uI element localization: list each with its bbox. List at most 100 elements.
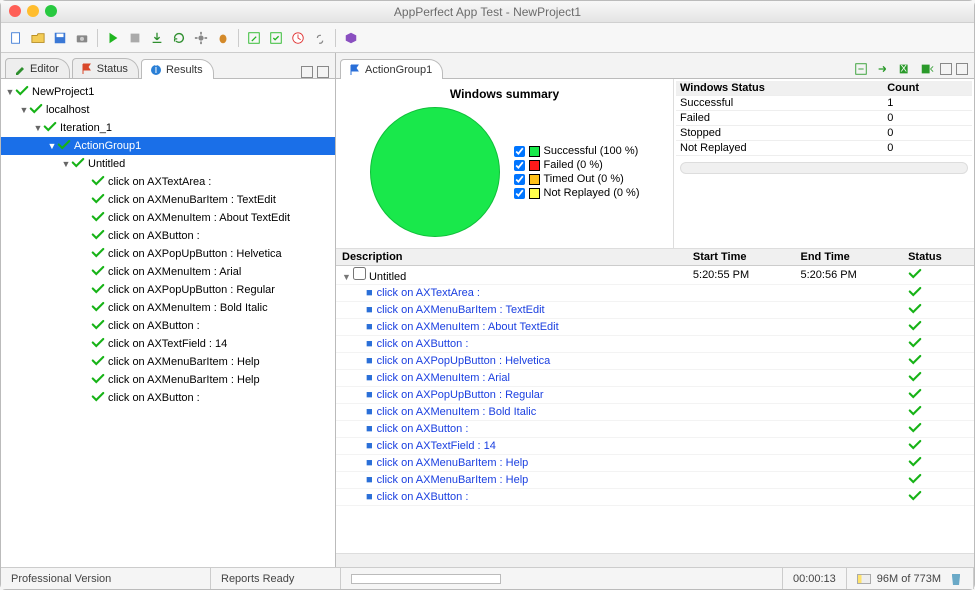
tab-label: Results xyxy=(166,64,203,76)
left-tabstrip: Editor Status i Results xyxy=(1,53,335,79)
table-row[interactable]: ■click on AXMenuBarItem : Help xyxy=(336,472,974,489)
scrollbar[interactable] xyxy=(680,162,968,174)
left-pane: Editor Status i Results ▼NewProject1▼loc… xyxy=(1,53,336,567)
maximize-pane-icon[interactable] xyxy=(317,66,329,78)
refresh-icon[interactable] xyxy=(170,29,188,47)
tree-item[interactable]: ▼localhost xyxy=(1,101,335,119)
right-pane: ActionGroup1 X Windows summary Successfu… xyxy=(336,53,974,567)
tab-status[interactable]: Status xyxy=(72,58,139,78)
tree-item[interactable]: click on AXMenuItem : Bold Italic xyxy=(1,299,335,317)
edit-icon[interactable] xyxy=(245,29,263,47)
tree-item[interactable]: click on AXTextArea : xyxy=(1,173,335,191)
minimize-pane-icon[interactable] xyxy=(301,66,313,78)
stop-icon[interactable] xyxy=(126,29,144,47)
package-icon[interactable] xyxy=(342,29,360,47)
new-icon[interactable] xyxy=(7,29,25,47)
tab-label: ActionGroup1 xyxy=(365,64,432,76)
tab-editor[interactable]: Editor xyxy=(5,58,70,78)
col-count[interactable]: Count xyxy=(883,81,972,96)
table-row[interactable]: Successful1 xyxy=(676,96,972,111)
trash-icon[interactable] xyxy=(949,572,963,586)
tree-item[interactable]: click on AXPopUpButton : Helvetica xyxy=(1,245,335,263)
legend-item[interactable]: Not Replayed (0 %) xyxy=(514,187,640,199)
maximize-icon[interactable] xyxy=(45,5,57,17)
flag-icon xyxy=(349,64,361,76)
table-row[interactable]: ■click on AXMenuItem : Bold Italic xyxy=(336,404,974,421)
table-row[interactable]: ■click on AXMenuBarItem : Help xyxy=(336,455,974,472)
col-end[interactable]: End Time xyxy=(794,249,902,266)
chart-title: Windows summary xyxy=(450,87,559,101)
camera-icon[interactable] xyxy=(73,29,91,47)
table-row[interactable]: ■click on AXTextField : 14 xyxy=(336,438,974,455)
gear-icon[interactable] xyxy=(192,29,210,47)
tree-item[interactable]: click on AXMenuBarItem : Help xyxy=(1,353,335,371)
close-icon[interactable] xyxy=(9,5,21,17)
edition-label: Professional Version xyxy=(1,568,211,589)
table-row[interactable]: Not Replayed0 xyxy=(676,141,972,156)
excel-export-icon[interactable]: X xyxy=(896,60,914,78)
export-arrow-icon[interactable] xyxy=(874,60,892,78)
table-row[interactable]: ■click on AXPopUpButton : Regular xyxy=(336,387,974,404)
tree-item[interactable]: click on AXMenuItem : Arial xyxy=(1,263,335,281)
table-row[interactable]: Stopped0 xyxy=(676,126,972,141)
tree-item[interactable]: click on AXMenuBarItem : Help xyxy=(1,371,335,389)
table-row[interactable]: ■click on AXMenuItem : Arial xyxy=(336,370,974,387)
table-row[interactable]: ■click on AXButton : xyxy=(336,336,974,353)
tree-item[interactable]: click on AXButton : xyxy=(1,227,335,245)
memory-text: 96M of 773M xyxy=(877,573,941,585)
legend-item[interactable]: Failed (0 %) xyxy=(514,159,640,171)
table-row[interactable]: ■click on AXMenuBarItem : TextEdit xyxy=(336,302,974,319)
info-icon: i xyxy=(150,64,162,76)
minimize-icon[interactable] xyxy=(27,5,39,17)
export-icon[interactable] xyxy=(148,29,166,47)
table-row[interactable]: Failed0 xyxy=(676,111,972,126)
col-description[interactable]: Description xyxy=(336,249,687,266)
play-icon[interactable] xyxy=(104,29,122,47)
table-row[interactable]: ■click on AXPopUpButton : Helvetica xyxy=(336,353,974,370)
tree-item[interactable]: ▼ActionGroup1 xyxy=(1,137,335,155)
row-checkbox[interactable] xyxy=(353,267,366,280)
table-row[interactable]: ■click on AXMenuItem : About TextEdit xyxy=(336,319,974,336)
col-status[interactable]: Windows Status xyxy=(676,81,883,96)
legend-label: Failed (0 %) xyxy=(544,159,603,171)
legend-checkbox[interactable] xyxy=(514,174,525,185)
legend-item[interactable]: Successful (100 %) xyxy=(514,145,640,157)
tree-item[interactable]: click on AXTextField : 14 xyxy=(1,335,335,353)
col-start[interactable]: Start Time xyxy=(687,249,795,266)
bug-icon[interactable] xyxy=(214,29,232,47)
legend-label: Timed Out (0 %) xyxy=(544,173,624,185)
table-row[interactable]: ■click on AXButton : xyxy=(336,421,974,438)
tree-item[interactable]: click on AXMenuItem : About TextEdit xyxy=(1,209,335,227)
tree-item[interactable]: click on AXPopUpButton : Regular xyxy=(1,281,335,299)
scrollbar[interactable] xyxy=(336,553,974,567)
validate-icon[interactable] xyxy=(267,29,285,47)
tree-item[interactable]: click on AXButton : xyxy=(1,317,335,335)
tab-actiongroup[interactable]: ActionGroup1 xyxy=(340,59,443,79)
tree-item[interactable]: click on AXButton : xyxy=(1,389,335,407)
legend-checkbox[interactable] xyxy=(514,146,525,157)
save-icon[interactable] xyxy=(51,29,69,47)
tree-item[interactable]: ▼Untitled xyxy=(1,155,335,173)
pie-chart xyxy=(370,107,500,237)
tree-item[interactable]: ▼Iteration_1 xyxy=(1,119,335,137)
table-row[interactable]: ■click on AXButton : xyxy=(336,489,974,506)
legend-label: Not Replayed (0 %) xyxy=(544,187,640,199)
maximize-pane-icon[interactable] xyxy=(956,63,968,75)
legend-checkbox[interactable] xyxy=(514,188,525,199)
excel-import-icon[interactable] xyxy=(918,60,936,78)
tab-results[interactable]: i Results xyxy=(141,59,214,79)
table-row[interactable]: ■click on AXTextArea : xyxy=(336,285,974,302)
export-green-icon[interactable] xyxy=(852,60,870,78)
tree-item[interactable]: click on AXMenuBarItem : TextEdit xyxy=(1,191,335,209)
legend-item[interactable]: Timed Out (0 %) xyxy=(514,173,640,185)
clock-icon[interactable] xyxy=(289,29,307,47)
main-toolbar xyxy=(1,23,974,53)
project-tree[interactable]: ▼NewProject1▼localhost▼Iteration_1▼Actio… xyxy=(1,79,335,567)
minimize-pane-icon[interactable] xyxy=(940,63,952,75)
legend-checkbox[interactable] xyxy=(514,160,525,171)
col-result[interactable]: Status xyxy=(902,249,974,266)
open-icon[interactable] xyxy=(29,29,47,47)
table-row[interactable]: ▼ Untitled5:20:55 PM5:20:56 PM xyxy=(336,266,974,285)
link-icon[interactable] xyxy=(311,29,329,47)
tree-item[interactable]: ▼NewProject1 xyxy=(1,83,335,101)
